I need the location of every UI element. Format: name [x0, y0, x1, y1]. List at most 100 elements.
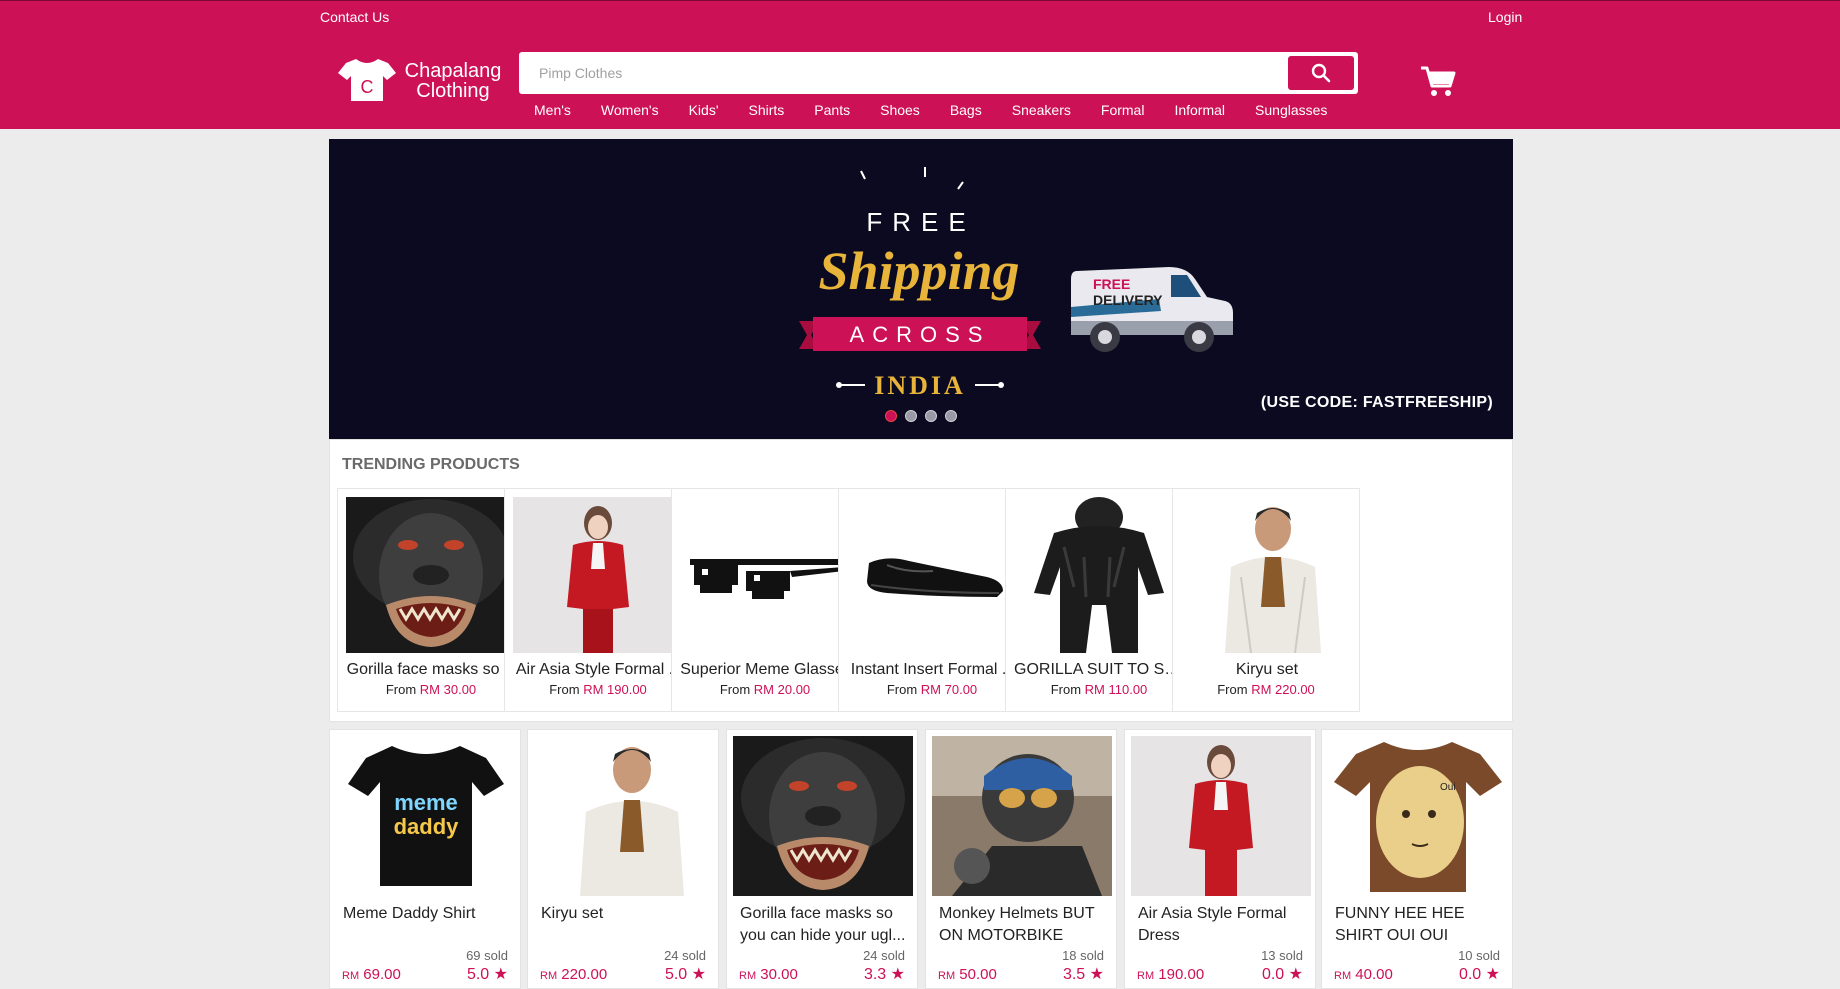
- product-card[interactable]: Monkey Helmets BUT ON MOTORBIKE 18 sold …: [925, 729, 1117, 989]
- product-name: GORILLA SUIT TO SC...: [1014, 661, 1186, 678]
- tshirt-logo-icon: C: [338, 59, 396, 101]
- category-kids[interactable]: Kids': [689, 102, 719, 118]
- category-mens[interactable]: Men's: [534, 102, 571, 118]
- trending-card[interactable]: Kiryu set From RM 220.00: [1172, 488, 1360, 712]
- sold-count: 18 sold: [1062, 948, 1104, 963]
- product-price: From RM 190.00: [549, 682, 647, 697]
- sold-count: 10 sold: [1458, 948, 1500, 963]
- carousel-dot-4[interactable]: [945, 410, 957, 422]
- banner-free-text: FREE: [866, 207, 975, 237]
- product-price: RM 50.00: [938, 966, 997, 983]
- product-price: From RM 70.00: [886, 682, 978, 697]
- category-shoes[interactable]: Shoes: [880, 102, 920, 118]
- banner-shipping-text: Shipping: [818, 241, 1019, 301]
- trending-card[interactable]: GORILLA SUIT TO SC... From RM 110.00: [1005, 488, 1193, 712]
- svg-text:daddy: daddy: [394, 814, 460, 839]
- star-icon: ★: [1485, 966, 1500, 983]
- monkey-helmet-image: [932, 736, 1112, 896]
- star-icon: ★: [1089, 966, 1104, 983]
- promo-banner[interactable]: FREE Shipping ACROSS INDIA FREE DELIVERY…: [329, 139, 1513, 439]
- login-link[interactable]: Login: [1488, 9, 1522, 25]
- svg-text:meme: meme: [394, 790, 458, 815]
- banner-across-text: ACROSS: [850, 322, 991, 347]
- category-informal[interactable]: Informal: [1174, 102, 1225, 118]
- delivery-van-icon: FREE DELIVERY: [1071, 267, 1233, 352]
- product-name: Air Asia Style Formal Dress: [1138, 905, 1287, 944]
- sold-count: 69 sold: [466, 948, 508, 963]
- search-bar: [519, 52, 1358, 94]
- product-rating: 5.0 ★: [664, 966, 706, 983]
- banner-india-text: INDIA: [874, 371, 966, 400]
- pixel-glasses-image: [680, 497, 850, 653]
- carousel-dot-2[interactable]: [905, 410, 917, 422]
- star-icon: ★: [1288, 966, 1303, 983]
- search-button[interactable]: [1288, 56, 1354, 90]
- product-name: FUNNY HEE HEE SHIRT OUI OUI: [1335, 905, 1465, 944]
- product-rating: 3.5 ★: [1062, 966, 1104, 983]
- gorilla-suit-image: [1014, 497, 1184, 653]
- category-womens[interactable]: Women's: [601, 102, 659, 118]
- sold-count: 13 sold: [1261, 948, 1303, 963]
- product-card[interactable]: Kiryu set 24 sold RM 220.00 5.0 ★: [527, 729, 719, 989]
- cart-button[interactable]: [1420, 65, 1456, 104]
- product-name: Superior Meme Glasses: [680, 661, 852, 678]
- trending-card[interactable]: Gorilla face masks so ... From RM 30.00: [337, 488, 525, 712]
- svg-text:Oui: Oui: [1440, 782, 1456, 793]
- product-card[interactable]: meme daddy Meme Daddy Shirt 69 sold RM 6…: [329, 729, 521, 989]
- product-name: Air Asia Style Formal ...: [515, 661, 683, 678]
- carousel-dot-3[interactable]: [925, 410, 937, 422]
- star-icon: ★: [890, 966, 905, 983]
- product-rating: 5.0 ★: [466, 966, 508, 983]
- trending-section: TRENDING PRODUCTS Gorilla face masks so …: [329, 439, 1513, 722]
- gorilla-mask-image: [733, 736, 913, 896]
- logo-text: Chapalang Clothing: [404, 60, 502, 102]
- red-suit-image: [513, 497, 683, 653]
- trending-card[interactable]: Superior Meme Glasses From RM 20.00: [671, 488, 859, 712]
- product-card[interactable]: Oui FUNNY HEE HEE SHIRT OUI OUI 10 sold …: [1321, 729, 1513, 989]
- oui-shirt-image: Oui: [1328, 736, 1508, 896]
- product-price: RM 40.00: [1334, 966, 1393, 983]
- product-price: From RM 20.00: [719, 682, 811, 697]
- trending-title: TRENDING PRODUCTS: [342, 456, 520, 473]
- van-delivery-text: DELIVERY: [1093, 292, 1163, 308]
- carousel-dots: [885, 410, 957, 422]
- product-price: RM 69.00: [342, 966, 401, 983]
- trending-card[interactable]: Instant Insert Formal ... From RM 70.00: [838, 488, 1026, 712]
- kiryu-image: [534, 736, 714, 896]
- product-name: Kiryu set: [541, 905, 604, 922]
- category-nav: Men's Women's Kids' Shirts Pants Shoes B…: [519, 102, 1342, 118]
- shopping-cart-icon: [1421, 66, 1456, 96]
- product-price: From RM 220.00: [1217, 682, 1315, 697]
- star-icon: ★: [691, 966, 706, 983]
- category-sunglasses[interactable]: Sunglasses: [1255, 102, 1327, 118]
- product-card[interactable]: Gorilla face masks so you can hide your …: [726, 729, 918, 989]
- star-icon: ★: [493, 966, 508, 983]
- meme-shirt-image: meme daddy: [336, 736, 516, 896]
- search-input[interactable]: [519, 52, 1289, 94]
- category-formal[interactable]: Formal: [1101, 102, 1145, 118]
- carousel-dot-1[interactable]: [885, 410, 897, 422]
- gorilla-mask-image: [346, 497, 516, 653]
- product-rating: 3.3 ★: [863, 966, 905, 983]
- product-name: Gorilla face masks so you can hide your …: [740, 905, 906, 944]
- product-name: Kiryu set: [1235, 661, 1299, 678]
- promo-code-text: (USE CODE: FASTFREESHIP): [1260, 394, 1493, 411]
- category-bags[interactable]: Bags: [950, 102, 982, 118]
- product-name: Monkey Helmets BUT ON MOTORBIKE: [939, 905, 1095, 944]
- product-price: RM 220.00: [540, 966, 608, 983]
- red-suit-image: [1131, 736, 1311, 896]
- product-price: From RM 30.00: [385, 682, 477, 697]
- kiryu-image: [1181, 497, 1351, 653]
- category-shirts[interactable]: Shirts: [749, 102, 785, 118]
- contact-us-link[interactable]: Contact Us: [320, 9, 389, 25]
- trending-card[interactable]: Air Asia Style Formal ... From RM 190.00: [504, 488, 692, 712]
- black-shoe-image: [847, 497, 1017, 653]
- site-logo[interactable]: C Chapalang Clothing: [338, 57, 508, 109]
- category-sneakers[interactable]: Sneakers: [1012, 102, 1071, 118]
- site-header: Contact Us Login C Chapalang Clothing Me…: [0, 0, 1840, 129]
- product-name: Gorilla face masks so ...: [346, 661, 518, 678]
- product-price: RM 30.00: [739, 966, 798, 983]
- category-pants[interactable]: Pants: [814, 102, 850, 118]
- product-price: RM 190.00: [1137, 966, 1205, 983]
- product-card[interactable]: Air Asia Style Formal Dress 13 sold RM 1…: [1124, 729, 1316, 989]
